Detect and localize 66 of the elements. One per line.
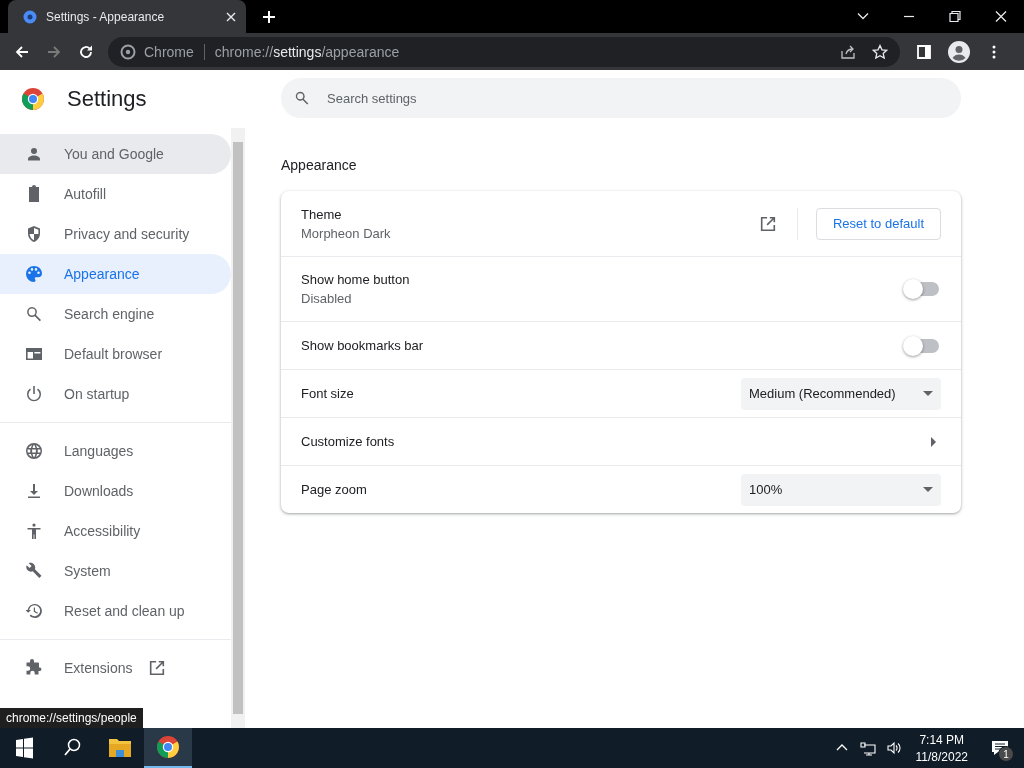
menu-item-icon [24,561,44,581]
network-icon[interactable] [859,740,876,756]
clock-time[interactable]: 7:14 PM [919,732,965,747]
search-icon [293,89,311,107]
sidebar-item[interactable]: Default browser [0,334,231,374]
sidebar-item[interactable]: Languages [0,431,231,471]
sidebar-item[interactable]: Appearance [0,254,231,294]
menu-item-icon [24,304,44,324]
setting-value: Morpheon Dark [301,225,392,241]
dropdown[interactable]: Medium (Recommended) [741,377,941,410]
chevron-right-icon[interactable] [931,436,936,447]
profile-avatar-icon[interactable] [948,40,970,63]
sidebar-item[interactable]: Downloads [0,471,231,511]
chrome-logo-icon [156,735,180,759]
clock-date[interactable]: 11/8/2022 [915,749,968,764]
setting-label: Theme [301,206,343,222]
setting-label: Page zoom [301,482,368,497]
reload-icon[interactable] [78,43,94,60]
sidebar-item[interactable]: Reset and clean up [0,591,231,631]
plus-icon[interactable] [262,10,276,24]
address-bar[interactable]: Chrome chrome://settings/appearance [108,36,900,67]
sidebar-item[interactable]: Privacy and security [0,214,231,254]
sidebar-item[interactable]: System [0,551,231,591]
menu-item-icon [24,658,44,678]
close-icon[interactable] [226,11,236,22]
menu-item-icon [24,264,44,284]
toggle-switch[interactable] [905,282,939,296]
reset-button[interactable]: Reset to default [815,207,941,240]
sidebar-item[interactable]: Search engine [0,294,231,334]
notification-badge: 1 [998,746,1014,762]
tab-title: Settings - Appearance [46,9,166,24]
sidebar-item[interactable]: You and Google [0,134,231,174]
menu-item-icon [24,441,44,461]
url-text: chrome://settings/appearance [214,43,400,60]
star-icon[interactable] [872,43,888,60]
menu-item-icon [24,384,44,404]
status-tooltip: chrome://settings/people [0,708,143,728]
external-link-icon[interactable] [758,214,777,233]
caret-icon [923,391,933,396]
section-heading: Appearance [281,157,358,173]
search-field[interactable]: Search settings [281,78,961,118]
toggle-switch[interactable] [905,338,939,353]
site-chip-label: Chrome [144,43,194,60]
browser-tab[interactable]: Settings - Appearance [8,0,246,33]
side-panel-icon[interactable] [916,43,932,60]
setting-label: Show bookmarks bar [301,338,425,353]
dropdown[interactable]: 100% [741,473,941,506]
chrome-taskbar-button[interactable] [144,728,192,768]
setting-label: Customize fonts [301,434,396,449]
scrollbar[interactable] [231,128,245,728]
forward-arrow-icon[interactable] [46,43,62,60]
menu-item-icon [24,601,44,621]
share-icon[interactable] [840,43,856,60]
setting-label: Font size [301,386,355,401]
settings-title: Settings [67,86,147,112]
setting-value: Disabled [301,291,353,306]
setting-label: Show home button [301,272,411,287]
sidebar-item[interactable]: Extensions [0,648,231,688]
chrome-logo-icon [120,43,136,60]
caret-icon [923,487,933,492]
back-arrow-icon[interactable] [14,43,30,60]
sidebar-item[interactable]: Accessibility [0,511,231,551]
sidebar-item[interactable]: On startup [0,374,231,414]
chrome-logo-icon [21,87,45,111]
sidebar-item[interactable]: Autofill [0,174,231,214]
volume-icon[interactable] [885,740,902,756]
